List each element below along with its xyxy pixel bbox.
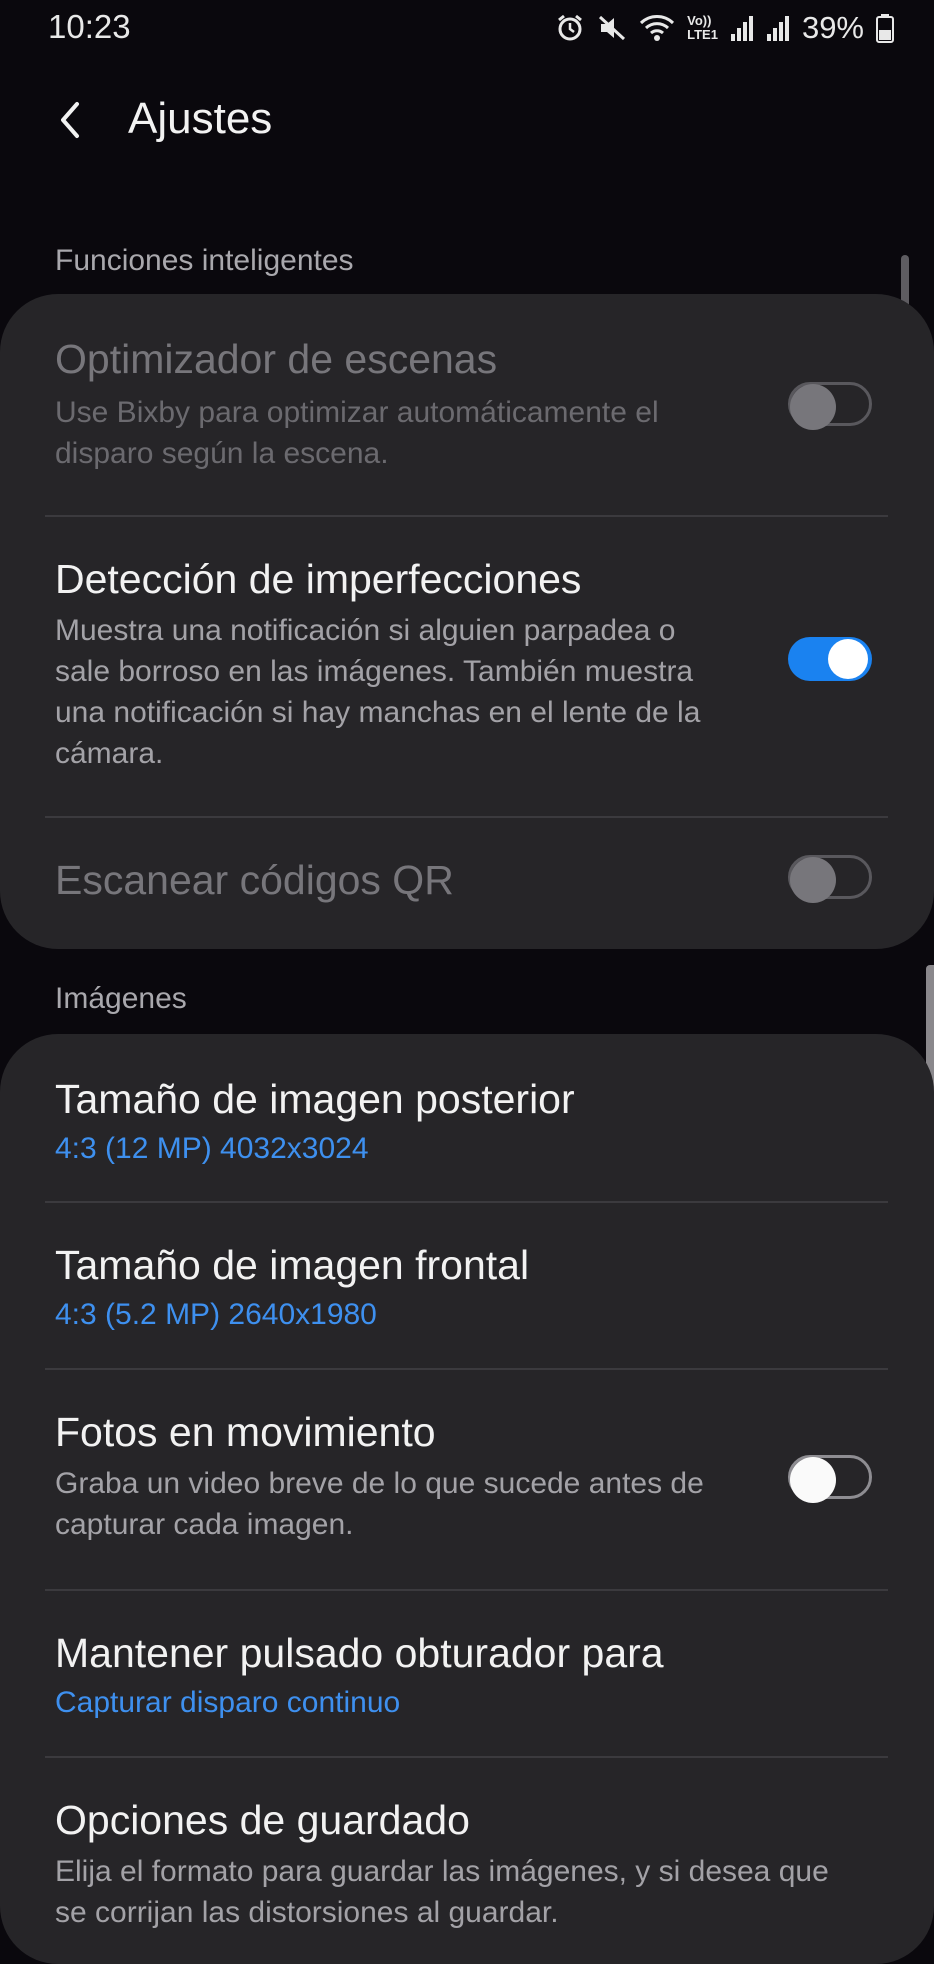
save-options-row[interactable]: Opciones de guardado Elija el formato pa… [0, 1757, 934, 1964]
save-options-title: Opciones de guardado [55, 1797, 470, 1843]
status-icons: Vo)) LTE1 39% [555, 10, 894, 46]
status-time: 10:23 [48, 8, 131, 45]
smart-features-card: Optimizador de escenas Use Bixby para op… [0, 294, 934, 949]
alarm-icon [555, 13, 585, 43]
wifi-icon [639, 13, 675, 43]
section-header-images: Imágenes [55, 982, 187, 1015]
page-title: Ajustes [128, 94, 273, 143]
scan-qr-row[interactable]: Escanear códigos QR [0, 817, 934, 949]
volte-label-bottom: LTE1 [687, 27, 718, 42]
app-header: Ajustes [0, 80, 934, 160]
scene-optimizer-description: Use Bixby para optimizar automáticamente… [55, 396, 659, 470]
rear-image-size-title: Tamaño de imagen posterior [55, 1076, 575, 1122]
toggle-knob [790, 384, 836, 430]
signal-icon [766, 14, 790, 42]
scene-optimizer-title: Optimizador de escenas [55, 336, 498, 382]
motion-photos-description: Graba un video breve de lo que sucede an… [55, 1467, 704, 1541]
flaw-detection-toggle[interactable] [788, 637, 872, 681]
volte-label-top: Vo)) [687, 13, 712, 28]
section-header-smart-features: Funciones inteligentes [55, 244, 354, 277]
toggle-knob [790, 857, 836, 903]
motion-photos-title: Fotos en movimiento [55, 1409, 436, 1455]
toggle-knob [828, 639, 868, 679]
mute-icon [597, 13, 627, 43]
images-card: Tamaño de imagen posterior 4:3 (12 MP) 4… [0, 1034, 934, 1964]
front-image-size-value: 4:3 (5.2 MP) 2640x1980 [55, 1298, 377, 1331]
rear-image-size-row[interactable]: Tamaño de imagen posterior 4:3 (12 MP) 4… [0, 1034, 934, 1201]
rear-image-size-value: 4:3 (12 MP) 4032x3024 [55, 1132, 369, 1165]
save-options-description: Elija el formato para guardar las imágen… [55, 1855, 829, 1929]
front-image-size-title: Tamaño de imagen frontal [55, 1242, 530, 1288]
motion-photos-toggle[interactable] [788, 1455, 872, 1503]
volte-icon: Vo)) LTE1 [687, 14, 718, 42]
status-bar: 10:23 Vo)) LTE1 39% [0, 0, 934, 56]
motion-photos-row[interactable]: Fotos en movimiento Graba un video breve… [0, 1369, 934, 1589]
scan-qr-toggle[interactable] [788, 855, 872, 903]
scene-optimizer-row[interactable]: Optimizador de escenas Use Bixby para op… [0, 294, 934, 516]
scan-qr-title: Escanear códigos QR [55, 857, 454, 903]
flaw-detection-description: Muestra una notificación si alguien parp… [55, 614, 701, 770]
flaw-detection-row[interactable]: Detección de imperfecciones Muestra una … [0, 516, 934, 816]
back-arrow-icon [61, 102, 79, 138]
hold-shutter-row[interactable]: Mantener pulsado obturador para Capturar… [0, 1590, 934, 1756]
flaw-detection-title: Detección de imperfecciones [55, 556, 582, 602]
signal-icon [730, 14, 754, 42]
scene-optimizer-toggle[interactable] [788, 382, 872, 430]
battery-percentage: 39% [801, 10, 864, 45]
battery-icon [876, 13, 894, 43]
hold-shutter-title: Mantener pulsado obturador para [55, 1630, 664, 1676]
front-image-size-row[interactable]: Tamaño de imagen frontal 4:3 (5.2 MP) 26… [0, 1202, 934, 1368]
back-button[interactable] [44, 94, 96, 146]
toggle-knob [790, 1457, 836, 1503]
hold-shutter-value: Capturar disparo continuo [55, 1686, 401, 1719]
